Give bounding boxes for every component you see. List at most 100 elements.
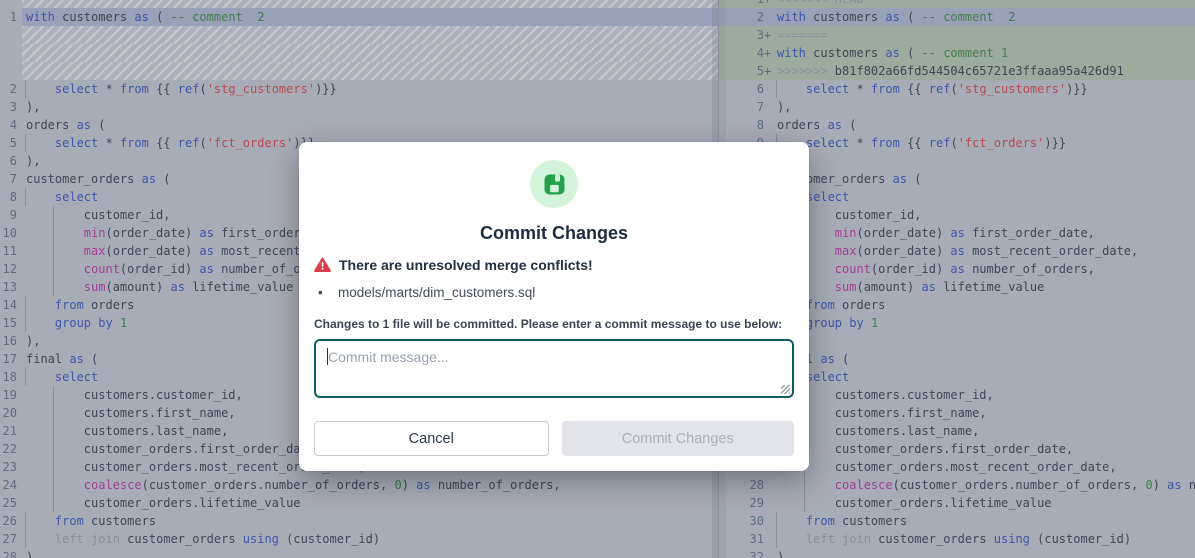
code-text: ), bbox=[776, 98, 1195, 116]
line-number: 3 bbox=[719, 26, 764, 44]
code-text: sum(amount) as lifetime_value bbox=[776, 278, 1195, 296]
line-number: 22 bbox=[0, 440, 22, 458]
line-number: 9 bbox=[0, 206, 22, 224]
indent-guide bbox=[25, 80, 26, 98]
code-line: 26 from customers bbox=[0, 512, 718, 530]
line-number: 28 bbox=[0, 548, 22, 558]
code-text: final as ( bbox=[776, 350, 1195, 368]
code-text: group by 1 bbox=[776, 314, 1195, 332]
line-number: 18 bbox=[0, 368, 22, 386]
code-line: 29 customer_orders.lifetime_value bbox=[719, 494, 1195, 512]
indent-guide bbox=[25, 296, 26, 314]
line-number bbox=[0, 0, 22, 8]
code-text: left join customer_orders using (custome… bbox=[776, 530, 1195, 548]
inserted-line-marker bbox=[764, 476, 776, 494]
indent-guide bbox=[53, 476, 54, 494]
conflict-file-item: • models/marts/dim_customers.sql bbox=[314, 285, 794, 300]
commit-description: Changes to 1 file will be committed. Ple… bbox=[314, 317, 794, 331]
bullet: • bbox=[314, 285, 338, 300]
code-line: 4+with customers as ( -- comment 1 bbox=[719, 44, 1195, 62]
code-text: with customers as ( -- comment 2 bbox=[776, 8, 1195, 26]
code-text: orders as ( bbox=[776, 116, 1195, 134]
code-text: customer_orders.lifetime_value bbox=[22, 494, 718, 512]
dialog-buttons: Cancel Commit Changes bbox=[314, 421, 794, 456]
code-line: 25 customer_orders.lifetime_value bbox=[0, 494, 718, 512]
indent-guide bbox=[53, 278, 54, 296]
line-number: 31 bbox=[719, 530, 764, 548]
code-text: with customers as ( -- comment 1 bbox=[776, 44, 1195, 62]
code-text: select bbox=[776, 368, 1195, 386]
indent-guide bbox=[25, 530, 26, 548]
code-text: ) bbox=[776, 548, 1195, 558]
warning-icon bbox=[314, 257, 331, 273]
code-line: 27 left join customer_orders using (cust… bbox=[0, 530, 718, 548]
conflict-file-path: models/marts/dim_customers.sql bbox=[338, 285, 535, 300]
line-number: 30 bbox=[719, 512, 764, 530]
commit-changes-button[interactable]: Commit Changes bbox=[562, 421, 795, 456]
line-number: 3 bbox=[0, 98, 22, 116]
save-icon-badge bbox=[530, 160, 578, 208]
code-line: 5+>>>>>>> b81f802a66fd544504c65721e3ffaa… bbox=[719, 62, 1195, 80]
line-number: 15 bbox=[0, 314, 22, 332]
line-number: 8 bbox=[0, 188, 22, 206]
indent-guide bbox=[776, 512, 777, 530]
code-text: coalesce(customer_orders.number_of_order… bbox=[22, 476, 718, 494]
code-text: customer_orders as ( bbox=[776, 170, 1195, 188]
line-number: 5 bbox=[0, 134, 22, 152]
diff-hatch-filler bbox=[22, 44, 718, 62]
code-line: 2 select * from {{ ref('stg_customers')}… bbox=[0, 80, 718, 98]
line-number bbox=[0, 62, 22, 80]
line-number: 23 bbox=[0, 458, 22, 476]
line-number: 29 bbox=[719, 494, 764, 512]
line-number: 17 bbox=[0, 350, 22, 368]
line-number: 6 bbox=[0, 152, 22, 170]
inserted-line-marker bbox=[764, 512, 776, 530]
line-number: 20 bbox=[0, 404, 22, 422]
line-number: 4 bbox=[0, 116, 22, 134]
cancel-button[interactable]: Cancel bbox=[314, 421, 549, 456]
indent-guide bbox=[53, 440, 54, 458]
line-number: 6 bbox=[719, 80, 764, 98]
code-line: 30 from customers bbox=[719, 512, 1195, 530]
indent-guide bbox=[53, 494, 54, 512]
diff-spacer-row bbox=[0, 44, 718, 62]
indent-guide bbox=[53, 458, 54, 476]
code-text: ), bbox=[776, 152, 1195, 170]
code-line: 28) bbox=[0, 548, 718, 558]
line-number: 16 bbox=[0, 332, 22, 350]
code-text: coalesce(customer_orders.number_of_order… bbox=[776, 476, 1195, 494]
code-line: 31 left join customer_orders using (cust… bbox=[719, 530, 1195, 548]
code-text: customer_orders.lifetime_value bbox=[776, 494, 1195, 512]
line-number bbox=[0, 26, 22, 44]
indent-guide bbox=[53, 224, 54, 242]
line-number: 1 bbox=[719, 0, 764, 8]
line-number: 21 bbox=[0, 422, 22, 440]
code-text: left join customer_orders using (custome… bbox=[22, 530, 718, 548]
indent-guide bbox=[25, 188, 26, 206]
line-number: 27 bbox=[0, 530, 22, 548]
code-text: ) bbox=[22, 548, 718, 558]
inserted-line-marker bbox=[764, 116, 776, 134]
indent-guide bbox=[53, 404, 54, 422]
commit-message-input[interactable] bbox=[314, 339, 794, 398]
line-number: 13 bbox=[0, 278, 22, 296]
indent-guide bbox=[53, 260, 54, 278]
line-number: 4 bbox=[719, 44, 764, 62]
inserted-line-marker bbox=[764, 98, 776, 116]
indent-guide bbox=[53, 386, 54, 404]
indent-guide bbox=[25, 314, 26, 332]
code-text: select * from {{ ref('stg_customers')}} bbox=[776, 80, 1195, 98]
indent-guide bbox=[25, 512, 26, 530]
code-text: ), bbox=[776, 332, 1195, 350]
line-number: 25 bbox=[0, 494, 22, 512]
code-text: min(order_date) as first_order_date, bbox=[776, 224, 1195, 242]
merge-conflict-warning: There are unresolved merge conflicts! bbox=[314, 257, 794, 273]
line-number: 28 bbox=[719, 476, 764, 494]
line-number: 10 bbox=[0, 224, 22, 242]
indent-guide bbox=[25, 134, 26, 152]
code-text: max(order_date) as most_recent_order_dat… bbox=[776, 242, 1195, 260]
warning-text: There are unresolved merge conflicts! bbox=[339, 257, 593, 273]
line-number bbox=[0, 44, 22, 62]
code-line: 4orders as ( bbox=[0, 116, 718, 134]
resize-grip-icon[interactable] bbox=[781, 385, 790, 394]
